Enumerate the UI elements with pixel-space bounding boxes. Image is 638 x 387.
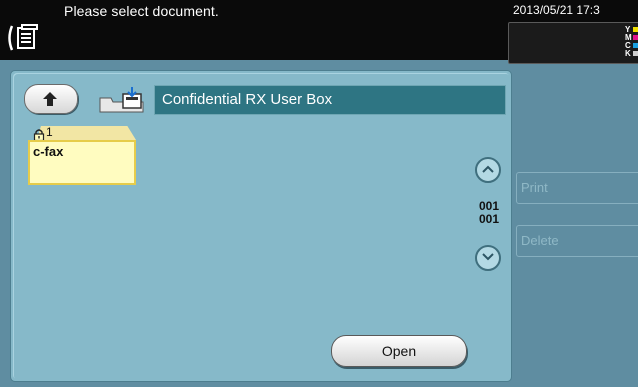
print-button[interactable]: Print <box>516 172 638 204</box>
document-number: 1 <box>46 125 53 139</box>
up-level-button[interactable] <box>24 84 78 114</box>
document-name: c-fax <box>33 144 64 159</box>
box-title: Confidential RX User Box <box>162 91 333 108</box>
user-box-icon <box>99 87 144 113</box>
scroll-up-button[interactable] <box>475 157 501 183</box>
scroll-down-button[interactable] <box>475 245 501 271</box>
date-time: 2013/05/21 17:3 <box>513 3 600 17</box>
toner-level-indicator: Y M C K <box>508 22 638 64</box>
current-page: 001 <box>479 199 500 213</box>
document-list-icon <box>8 24 38 51</box>
document-card: c-fax <box>28 140 136 185</box>
toner-k-label: K <box>625 49 631 58</box>
chevron-up-icon <box>482 165 494 173</box>
total-pages: 001 <box>479 212 500 226</box>
chevron-down-icon <box>482 253 494 261</box>
open-button[interactable]: Open <box>331 335 467 367</box>
status-message: Please select document. <box>64 3 219 19</box>
toner-m-bar <box>633 35 638 40</box>
document-panel-body: Confidential RX User Box 1 c-fax 001 001… <box>13 73 509 379</box>
toner-k-bar <box>633 51 638 56</box>
box-title-bar: Confidential RX User Box <box>154 85 506 115</box>
delete-button[interactable]: Delete <box>516 225 638 257</box>
document-item[interactable]: 1 c-fax <box>28 125 136 185</box>
toner-y-bar <box>633 27 638 32</box>
toner-c-bar <box>633 43 638 48</box>
header-bar: Please select document. 2013/05/21 17:3 … <box>0 0 638 64</box>
screen: Please select document. 2013/05/21 17:3 … <box>0 0 638 387</box>
document-panel: Confidential RX User Box 1 c-fax 001 001… <box>10 70 512 382</box>
up-arrow-icon <box>43 92 57 106</box>
